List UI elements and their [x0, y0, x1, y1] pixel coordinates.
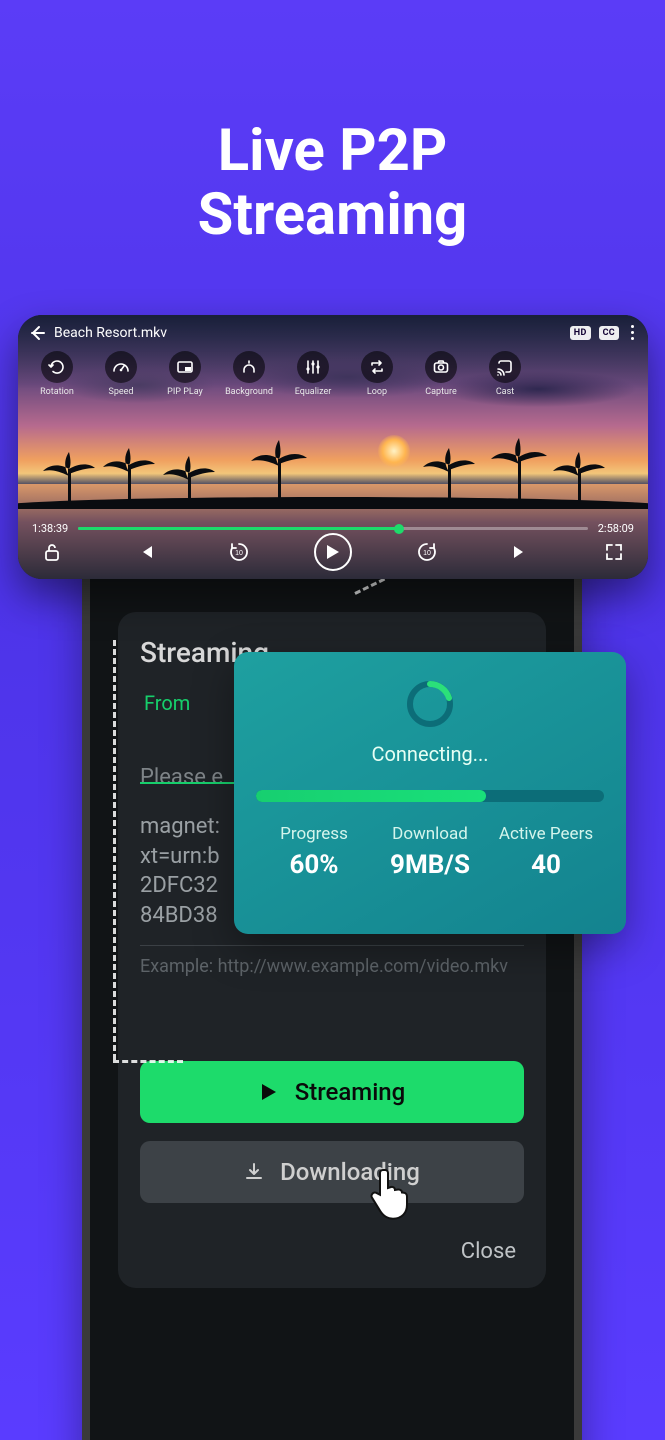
- tool-equalizer-label: Equalizer: [286, 387, 340, 397]
- play-icon: [259, 1082, 279, 1102]
- downloading-button[interactable]: Downloading: [140, 1141, 524, 1203]
- prev-icon[interactable]: [126, 542, 166, 562]
- forward-10-icon[interactable]: 10: [407, 540, 447, 564]
- tool-row: Rotation Speed PIP PLay Background Equal…: [30, 351, 532, 397]
- hero-line2: Streaming: [0, 184, 665, 248]
- example-text: Example: http://www.example.com/video.mk…: [140, 956, 524, 977]
- video-title: Beach Resort.mkv: [54, 325, 167, 341]
- tool-equalizer[interactable]: Equalizer: [286, 351, 340, 397]
- cc-badge[interactable]: CC: [599, 326, 619, 340]
- tool-background-label: Background: [222, 387, 276, 397]
- hero-line1: Live P2P: [0, 120, 665, 184]
- play-button[interactable]: [313, 533, 353, 571]
- seek-fill: [78, 527, 399, 530]
- next-icon[interactable]: [500, 542, 540, 562]
- stat-progress-label: Progress: [256, 824, 372, 844]
- cast-icon: [489, 351, 521, 383]
- hd-badge[interactable]: HD: [570, 326, 591, 340]
- more-icon[interactable]: [627, 323, 638, 342]
- seek-bar[interactable]: [78, 527, 588, 530]
- stats-row: Progress 60% Download 9MB/S Active Peers…: [256, 824, 604, 880]
- hand-cursor-icon: [368, 1167, 412, 1222]
- progress-bar-fill: [256, 790, 486, 802]
- hero-title: Live P2P Streaming: [0, 0, 665, 248]
- stat-download: Download 9MB/S: [372, 824, 488, 880]
- stat-peers-value: 40: [488, 850, 604, 880]
- progress-bar: [256, 790, 604, 802]
- streaming-button-label: Streaming: [295, 1078, 406, 1106]
- svg-text:10: 10: [423, 550, 431, 557]
- tool-loop-label: Loop: [350, 387, 404, 397]
- rewind-10-icon[interactable]: 10: [219, 540, 259, 564]
- background-icon: [233, 351, 265, 383]
- lock-icon[interactable]: [32, 542, 72, 562]
- tool-rotation[interactable]: Rotation: [30, 351, 84, 397]
- tool-capture[interactable]: Capture: [414, 351, 468, 397]
- stat-progress: Progress 60%: [256, 824, 372, 880]
- seek-thumb[interactable]: [394, 524, 404, 534]
- fullscreen-icon[interactable]: [594, 542, 634, 562]
- stat-peers-label: Active Peers: [488, 824, 604, 844]
- dash-connector-2: [113, 640, 116, 1060]
- stat-progress-value: 60%: [256, 850, 372, 880]
- stat-download-value: 9MB/S: [372, 850, 488, 880]
- speed-icon: [105, 351, 137, 383]
- tool-rotation-label: Rotation: [30, 387, 84, 397]
- stat-peers: Active Peers 40: [488, 824, 604, 880]
- tool-speed[interactable]: Speed: [94, 351, 148, 397]
- tool-pip[interactable]: PIP PLay: [158, 351, 212, 397]
- tab-from[interactable]: From: [140, 683, 194, 723]
- tool-pip-label: PIP PLay: [158, 387, 212, 397]
- tool-cast[interactable]: Cast: [478, 351, 532, 397]
- equalizer-icon: [297, 351, 329, 383]
- streaming-button[interactable]: Streaming: [140, 1061, 524, 1123]
- divider: [140, 945, 524, 946]
- tool-capture-label: Capture: [414, 387, 468, 397]
- svg-text:10: 10: [235, 550, 243, 557]
- connecting-label: Connecting...: [256, 742, 604, 766]
- player-overlay: Beach Resort.mkv HD CC Rotation Speed PI…: [18, 315, 648, 579]
- stat-download-label: Download: [372, 824, 488, 844]
- capture-icon: [425, 351, 457, 383]
- pip-icon: [169, 351, 201, 383]
- spinner-icon: [402, 676, 458, 732]
- download-icon: [244, 1162, 264, 1182]
- back-icon[interactable]: [28, 324, 46, 342]
- tool-background[interactable]: Background: [222, 351, 276, 397]
- tool-speed-label: Speed: [94, 387, 148, 397]
- control-row: 10 10: [32, 533, 634, 571]
- tool-loop[interactable]: Loop: [350, 351, 404, 397]
- player-topbar: Beach Resort.mkv HD CC: [28, 323, 638, 342]
- rotation-icon: [41, 351, 73, 383]
- loop-icon: [361, 351, 393, 383]
- dash-connector-3: [113, 1060, 183, 1063]
- video-player: Beach Resort.mkv HD CC Rotation Speed PI…: [18, 315, 648, 579]
- close-button[interactable]: Close: [140, 1239, 524, 1264]
- connection-popup: Connecting... Progress 60% Download 9MB/…: [234, 652, 626, 934]
- tool-cast-label: Cast: [478, 387, 532, 397]
- play-circle-icon: [314, 533, 352, 571]
